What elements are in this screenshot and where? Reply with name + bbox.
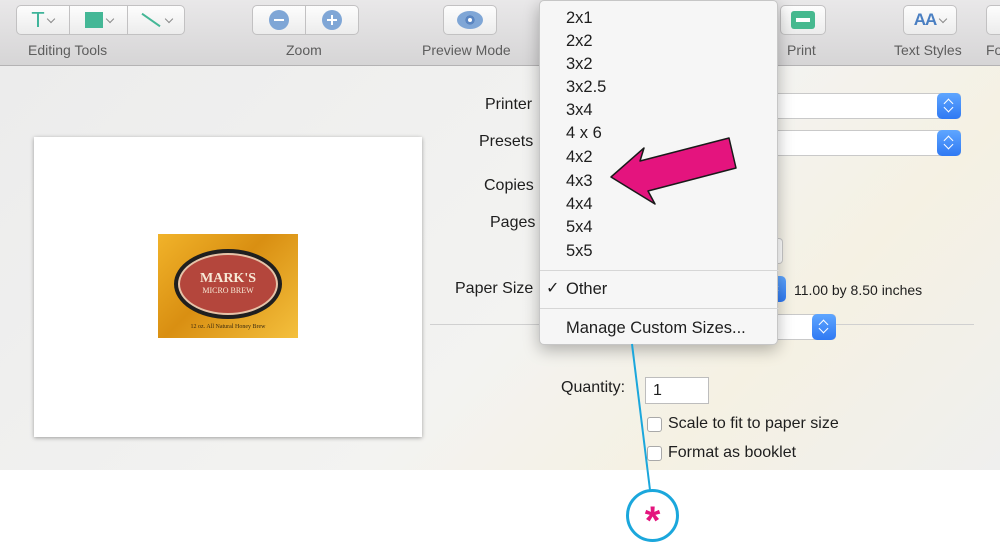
zoom-out-button[interactable] bbox=[252, 5, 306, 35]
line-tool-button[interactable] bbox=[127, 5, 185, 35]
zoom-in-button[interactable] bbox=[305, 5, 359, 35]
paper-size-label: Paper Size bbox=[455, 280, 534, 297]
scale-to-fit-label: Scale to fit to paper size bbox=[668, 415, 839, 432]
text-tool-icon: T bbox=[31, 8, 45, 32]
asterisk-icon: * bbox=[644, 498, 661, 543]
menu-item-4x4[interactable]: 4x4 bbox=[566, 194, 593, 214]
label-note: 12 oz. All Natural Honey Brew bbox=[190, 324, 266, 330]
menu-item-3x4[interactable]: 3x4 bbox=[566, 100, 593, 120]
layout-popup-icon[interactable] bbox=[812, 314, 836, 340]
shape-tool-button[interactable] bbox=[69, 5, 128, 35]
rectangle-icon bbox=[84, 12, 103, 28]
chevron-down-icon bbox=[164, 14, 174, 23]
print-preview-page: MARK'S MICRO BREW 12 oz. All Natural Hon… bbox=[34, 137, 422, 437]
menu-item-other[interactable]: Other bbox=[566, 279, 607, 299]
quantity-field[interactable]: 1 bbox=[645, 377, 709, 404]
print-group bbox=[780, 5, 826, 35]
menu-item-3x2-5[interactable]: 3x2.5 bbox=[566, 77, 606, 97]
presets-popup-icon[interactable] bbox=[937, 130, 961, 156]
print-button[interactable] bbox=[780, 5, 826, 35]
chevron-down-icon bbox=[105, 14, 114, 23]
copies-label: Copies bbox=[484, 177, 534, 194]
label-oval: MARK'S MICRO BREW bbox=[174, 249, 282, 319]
text-styles-group: AA bbox=[903, 5, 957, 35]
format-booklet-label: Format as booklet bbox=[668, 444, 797, 461]
menu-item-4x3[interactable]: 4x3 bbox=[566, 171, 593, 191]
preview-mode-label: Preview Mode bbox=[422, 42, 511, 58]
presets-select[interactable] bbox=[777, 130, 961, 156]
menu-item-5x5[interactable]: 5x5 bbox=[566, 241, 593, 261]
printer-label: Printer bbox=[485, 96, 533, 113]
text-styles-label: Text Styles bbox=[894, 42, 962, 58]
menu-item-2x2[interactable]: 2x2 bbox=[566, 31, 593, 51]
print-dialog: MARK'S MICRO BREW 12 oz. All Natural Hon… bbox=[0, 66, 1000, 470]
label-oval-inner: MARK'S MICRO BREW bbox=[178, 253, 278, 315]
preview-mode-button[interactable] bbox=[443, 5, 497, 35]
chevron-down-icon bbox=[939, 14, 948, 23]
printer-icon bbox=[791, 11, 815, 29]
zoom-group bbox=[252, 5, 359, 35]
format-label: Fo bbox=[986, 42, 1000, 58]
editing-tools-label: Editing Tools bbox=[28, 42, 108, 58]
editing-tools-group: T bbox=[16, 5, 185, 35]
pages-label: Pages bbox=[490, 214, 536, 231]
line-icon bbox=[141, 12, 161, 28]
menu-item-2x1[interactable]: 2x1 bbox=[566, 8, 593, 28]
printer-popup-icon[interactable] bbox=[937, 93, 961, 119]
checkmark-icon: ✓ bbox=[546, 280, 560, 297]
menu-item-manage-custom-sizes[interactable]: Manage Custom Sizes... bbox=[566, 318, 746, 338]
text-styles-button[interactable]: AA bbox=[903, 5, 957, 35]
toolbar: T Editing Tools Zoom Preview Mode Print bbox=[0, 0, 1000, 66]
eye-icon bbox=[457, 11, 483, 29]
menu-item-4x6[interactable]: 4 x 6 bbox=[566, 123, 602, 143]
zoom-out-icon bbox=[269, 10, 289, 30]
presets-label: Presets bbox=[479, 133, 534, 150]
print-label: Print bbox=[787, 42, 816, 58]
text-styles-icon: AA bbox=[913, 10, 938, 29]
callout-badge: * bbox=[626, 489, 679, 542]
printer-select[interactable] bbox=[777, 93, 961, 119]
menu-item-3x2[interactable]: 3x2 bbox=[566, 54, 593, 74]
format-booklet-checkbox[interactable] bbox=[647, 446, 662, 461]
brand-name: MARK'S bbox=[200, 271, 256, 287]
zoom-label: Zoom bbox=[286, 42, 322, 58]
quantity-label: Quantity: bbox=[561, 379, 626, 396]
text-tool-button[interactable]: T bbox=[16, 5, 70, 35]
menu-item-5x4[interactable]: 5x4 bbox=[566, 217, 593, 237]
chevron-down-icon bbox=[46, 14, 56, 23]
paper-size-value: 11.00 by 8.50 inches bbox=[794, 282, 923, 298]
format-group bbox=[986, 5, 1000, 35]
scale-to-fit-checkbox[interactable] bbox=[647, 417, 662, 432]
menu-separator bbox=[540, 308, 779, 309]
label-artwork: MARK'S MICRO BREW 12 oz. All Natural Hon… bbox=[158, 234, 298, 338]
paper-size-menu: 2x1 2x2 3x2 3x2.5 3x4 4 x 6 4x2 4x3 4x4 … bbox=[539, 0, 779, 345]
format-button[interactable] bbox=[986, 5, 1000, 35]
zoom-in-icon bbox=[322, 10, 342, 30]
menu-item-4x2[interactable]: 4x2 bbox=[566, 147, 593, 167]
menu-separator bbox=[540, 270, 779, 271]
preview-mode-group bbox=[443, 5, 497, 35]
brand-subtitle: MICRO BREW bbox=[202, 286, 254, 296]
